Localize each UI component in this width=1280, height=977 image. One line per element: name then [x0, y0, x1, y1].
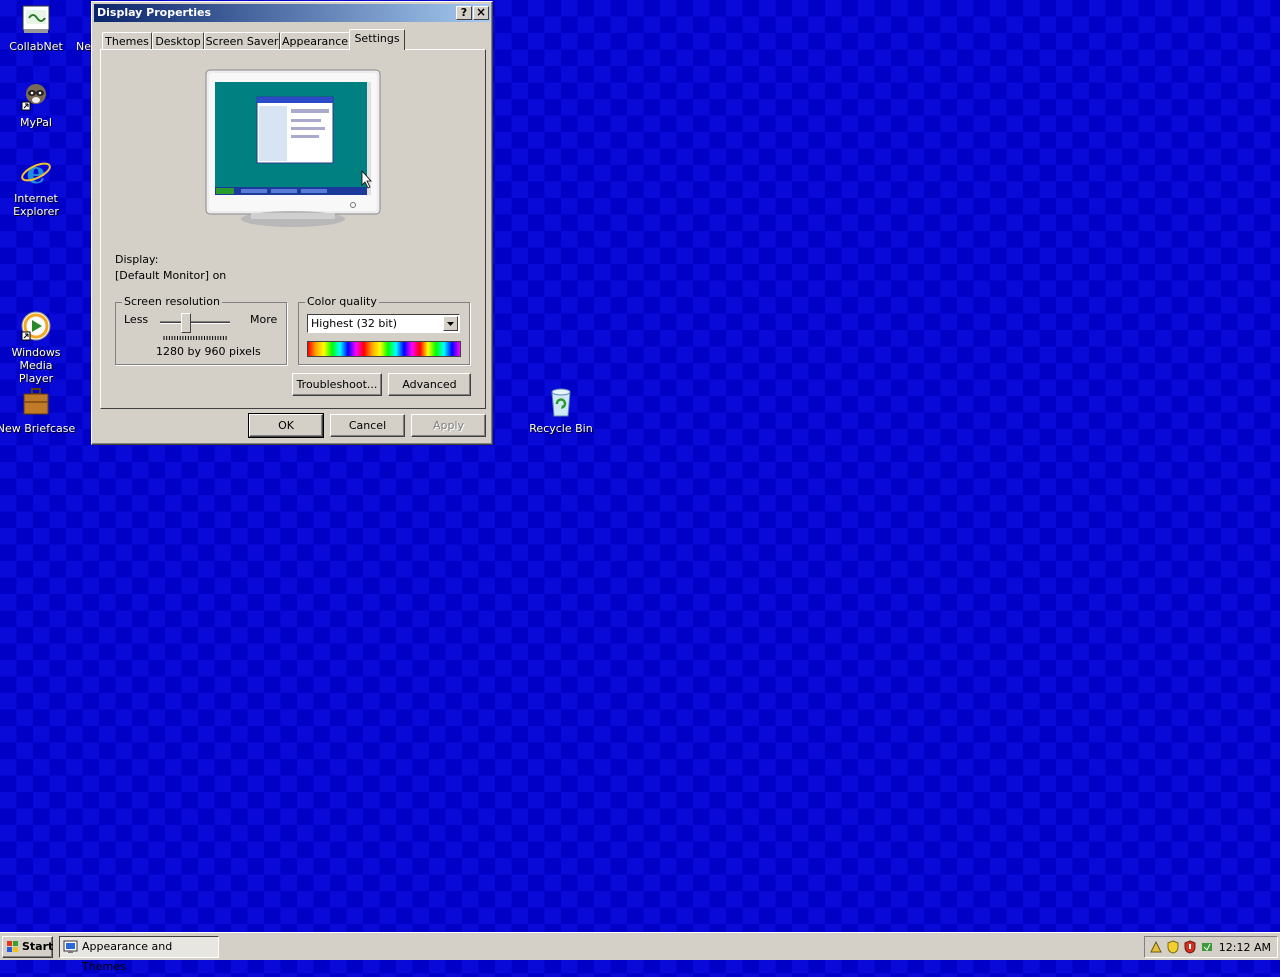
display-value: [Default Monitor] on	[115, 269, 227, 282]
desktop-icon-label: Ne	[76, 40, 91, 53]
desktop-icon-windows-media-player[interactable]: Windows Media Player	[0, 310, 76, 385]
taskbar-item-label: Appearance and Themes	[82, 940, 173, 973]
desktop-icon-ne[interactable]: Ne	[76, 4, 92, 53]
resolution-less-label: Less	[124, 313, 149, 326]
apply-button[interactable]: Apply	[411, 414, 486, 437]
tab-appearance[interactable]: Appearance	[280, 32, 350, 50]
recycle-bin-icon	[545, 386, 577, 418]
color-quality-label: Color quality	[305, 295, 379, 308]
clock[interactable]: 12:12 AM	[1219, 941, 1271, 954]
close-button[interactable]: ×	[473, 6, 489, 20]
network-tray-icon[interactable]	[1149, 940, 1163, 954]
resolution-more-label: More	[250, 313, 278, 326]
desktop-icon-label: New Briefcase	[0, 422, 76, 435]
color-spectrum-bar	[307, 341, 461, 357]
blank-icon	[84, 4, 85, 36]
display-label: Display:	[115, 253, 159, 266]
window-title: Display Properties	[97, 6, 212, 19]
start-label: Start	[22, 940, 54, 953]
resolution-slider[interactable]	[160, 312, 232, 342]
start-button[interactable]: Start	[2, 936, 53, 958]
shield-tray-icon[interactable]	[1166, 940, 1180, 954]
slider-ticks	[163, 336, 227, 340]
desktop-icon-internet-explorer[interactable]: e Internet Explorer	[0, 156, 76, 218]
media-player-icon	[20, 310, 52, 342]
raccoon-icon	[20, 80, 52, 112]
chevron-down-icon	[447, 322, 454, 326]
desktop-icon-mypal[interactable]: MyPal	[0, 80, 76, 129]
slider-thumb[interactable]	[181, 313, 191, 333]
desktop-icon-label: MyPal	[20, 116, 52, 129]
color-quality-value: Highest (32 bit)	[311, 317, 398, 330]
taskbar-item-appearance-and-themes[interactable]: Appearance and Themes	[59, 936, 219, 973]
desktop-icon-label: CollabNet	[9, 40, 63, 53]
tab-themes[interactable]: Themes	[102, 32, 152, 50]
help-button[interactable]: ?	[456, 6, 472, 20]
slider-track	[160, 321, 230, 324]
desktop-icon-label: Windows Media Player	[11, 346, 61, 385]
desktop-icon-recycle-bin[interactable]: Recycle Bin	[521, 386, 601, 435]
collabnet-icon	[20, 4, 52, 36]
ok-button[interactable]: OK	[248, 413, 324, 438]
resolution-value: 1280 by 960 pixels	[156, 345, 261, 358]
troubleshoot-button[interactable]: Troubleshoot...	[292, 373, 382, 396]
svg-text:e: e	[26, 156, 45, 188]
briefcase-icon	[20, 386, 52, 418]
desktop-icon-new-briefcase[interactable]: New Briefcase	[0, 386, 76, 435]
display-properties-icon	[63, 940, 78, 953]
desktop-icon-collabnet[interactable]: CollabNet	[0, 4, 76, 53]
window-titlebar[interactable]: Display Properties ? ×	[94, 4, 490, 22]
windows-logo-icon	[7, 941, 18, 952]
advanced-button[interactable]: Advanced	[388, 373, 471, 396]
color-quality-select[interactable]: Highest (32 bit)	[307, 314, 460, 333]
internet-explorer-icon: e	[20, 156, 52, 191]
taskbar: Start Appearance and Themes 12:12 AM	[0, 932, 1280, 973]
updates-tray-icon[interactable]	[1200, 940, 1214, 954]
cancel-button[interactable]: Cancel	[330, 414, 405, 437]
desktop-icon-label: Recycle Bin	[529, 422, 593, 435]
desktop-icon-label: Internet Explorer	[13, 192, 59, 218]
monitor-preview	[205, 69, 381, 229]
system-tray: 12:12 AM	[1144, 936, 1278, 958]
screen-resolution-label: Screen resolution	[122, 295, 222, 308]
security-alert-tray-icon[interactable]	[1183, 940, 1197, 954]
dropdown-button[interactable]	[443, 316, 458, 331]
tab-desktop[interactable]: Desktop	[152, 32, 204, 50]
tab-settings[interactable]: Settings	[349, 29, 405, 50]
tab-screen-saver[interactable]: Screen Saver	[204, 32, 280, 50]
